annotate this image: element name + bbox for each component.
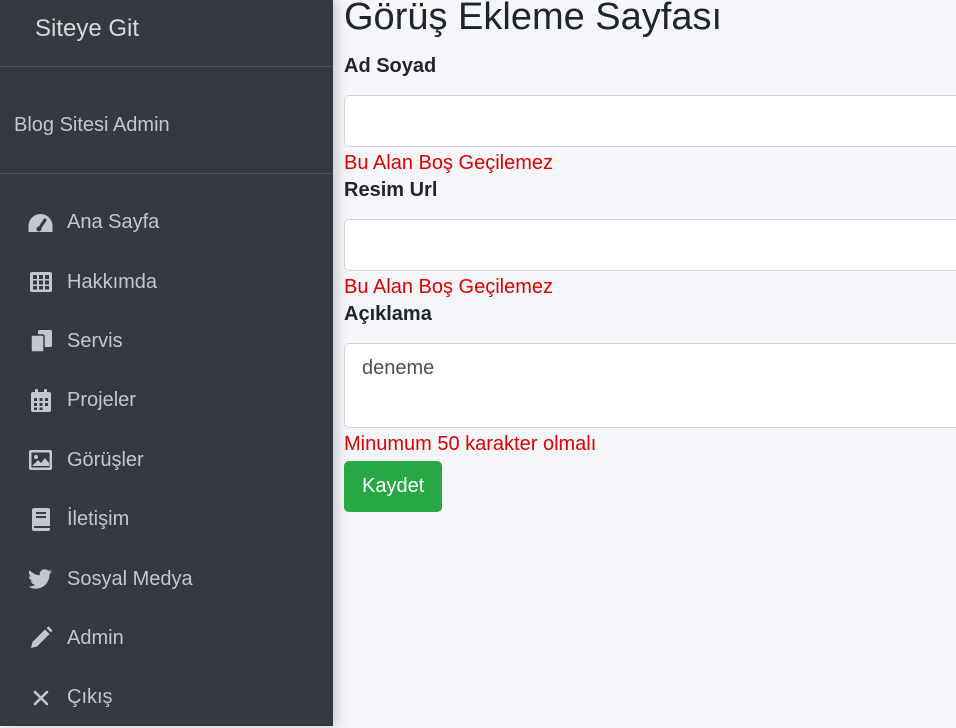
sidebar-item-label: Ana Sayfa	[67, 211, 160, 234]
sidebar-item-sosyal-medya[interactable]: Sosyal Medya	[0, 549, 333, 608]
main-content: Görüş Ekleme Sayfası Ad Soyad Bu Alan Bo…	[344, 0, 956, 512]
book-icon	[27, 506, 54, 533]
sidebar-item-label: Sosyal Medya	[67, 567, 193, 590]
close-icon	[27, 684, 54, 711]
sidebar-item-label: İletişim	[67, 508, 130, 531]
save-button[interactable]: Kaydet	[344, 461, 443, 512]
description-field[interactable]: deneme	[344, 343, 956, 428]
name-field[interactable]	[344, 95, 956, 147]
sidebar-item-cikis[interactable]: Çıkış	[0, 668, 333, 727]
calendar-icon	[27, 387, 54, 414]
sidebar-item-projeler[interactable]: Projeler	[0, 371, 333, 430]
sidebar-item-label: Servis	[67, 329, 123, 352]
sidebar-item-admin[interactable]: Admin	[0, 609, 333, 668]
name-label: Ad Soyad	[344, 55, 437, 77]
brand-link[interactable]: Siteye Git	[0, 0, 333, 67]
sidebar-item-label: Çıkış	[67, 686, 113, 709]
pencil-icon	[27, 625, 54, 652]
sidebar-panel-title: Blog Sitesi Admin	[0, 67, 333, 174]
tachometer-icon	[27, 209, 54, 236]
sidebar-item-label: Projeler	[67, 389, 136, 412]
sidebar-item-servis[interactable]: Servis	[0, 312, 333, 371]
sidebar-item-label: Hakkımda	[67, 270, 158, 293]
image-url-label: Resim Url	[344, 179, 438, 201]
sidebar-item-label: Görüşler	[67, 448, 144, 471]
image-icon	[27, 447, 54, 474]
sidebar-nav: Ana Sayfa Hakkımda Servis Projeler Görüş…	[0, 193, 333, 728]
sidebar-item-label: Admin	[67, 626, 124, 649]
twitter-icon	[27, 566, 54, 593]
image-url-field[interactable]	[344, 219, 956, 271]
image-url-error-message: Bu Alan Boş Geçilemez	[344, 276, 553, 298]
sidebar-item-ana-sayfa[interactable]: Ana Sayfa	[0, 193, 333, 252]
copy-icon	[27, 328, 54, 355]
sidebar-item-gorusler[interactable]: Görüşler	[0, 431, 333, 490]
name-error-message: Bu Alan Boş Geçilemez	[344, 152, 553, 174]
table-grid-icon	[27, 269, 54, 296]
page-title: Görüş Ekleme Sayfası	[344, 0, 723, 38]
sidebar-item-hakkimda[interactable]: Hakkımda	[0, 252, 333, 311]
description-label: Açıklama	[344, 303, 432, 325]
sidebar: Siteye Git Blog Sitesi Admin Ana Sayfa H…	[0, 0, 333, 726]
description-error-message: Minumum 50 karakter olmalı	[344, 433, 597, 455]
sidebar-item-iletisim[interactable]: İletişim	[0, 490, 333, 549]
